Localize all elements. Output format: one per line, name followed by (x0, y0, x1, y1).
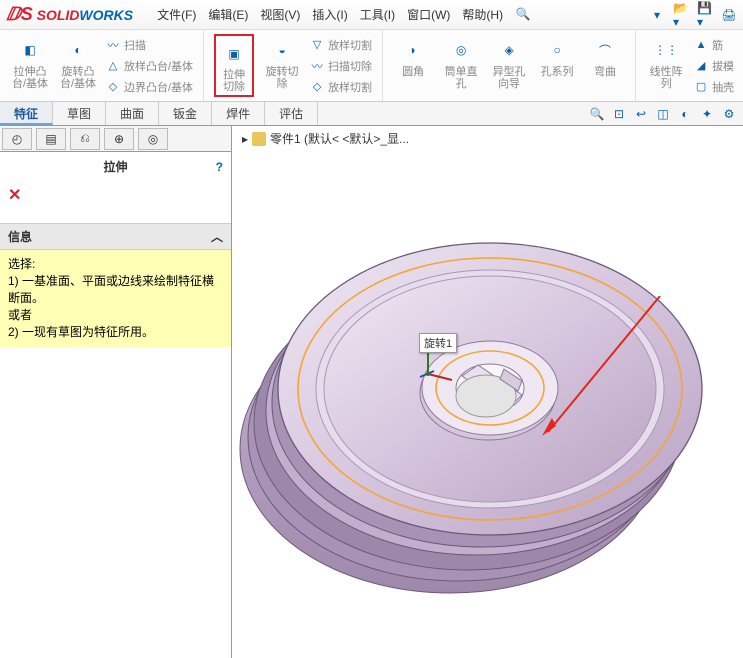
cut-extrude-button[interactable]: ▣拉伸切除 (214, 34, 254, 97)
search-icon[interactable]: 🔍 (515, 6, 531, 22)
close-button[interactable]: ✕ (8, 185, 223, 205)
extrude-boss-button[interactable]: ◧拉伸凸台/基体 (10, 34, 50, 97)
main-menu: 文件(F) 编辑(E) 视图(V) 插入(I) 工具(I) 窗口(W) 帮助(H… (157, 6, 531, 23)
tab-evaluate[interactable]: 评估 (265, 102, 318, 125)
section-icon[interactable]: ◫ (655, 106, 671, 122)
tab-sheetmetal[interactable]: 钣金 (159, 102, 212, 125)
chevron-up-icon: ︿ (211, 228, 223, 245)
hole-button[interactable]: ○孔系列 (537, 34, 577, 97)
menu-view[interactable]: 视图(V) (260, 6, 300, 23)
display-tab-icon[interactable]: ◎ (138, 128, 168, 150)
scene-icon[interactable]: ✦ (699, 106, 715, 122)
graphics-area[interactable]: ▸ 零件1 (默认< <默认>_显... (232, 126, 743, 658)
app-logo: ⅅS SOLIDWORKS (6, 4, 133, 25)
feature-tooltip: 旋转1 (419, 333, 457, 353)
new-icon[interactable]: ▾ (649, 7, 665, 23)
cut-boundary-button[interactable]: ◇放样切割 (310, 79, 372, 95)
display-icon[interactable]: ◐ (677, 106, 693, 122)
shell-button[interactable]: ▢抽壳 (694, 79, 734, 95)
menu-file[interactable]: 文件(F) (157, 6, 196, 23)
tree-tab-icon[interactable]: ◴ (2, 128, 32, 150)
zoom-area-icon[interactable]: ⊡ (611, 106, 627, 122)
menu-window[interactable]: 窗口(W) (407, 6, 450, 23)
help-icon[interactable]: ? (216, 160, 223, 174)
tab-feature[interactable]: 特征 (0, 102, 53, 125)
boundary-button[interactable]: ◇边界凸台/基体 (106, 79, 193, 95)
holewiz-button[interactable]: ◎筒单直孔 (441, 34, 481, 97)
tab-weldment[interactable]: 焊件 (212, 102, 265, 125)
wrap-button[interactable]: ◈异型孔向导 (489, 34, 529, 97)
feature-tabs: 特征 草图 曲面 钣金 焊件 评估 🔍 ⊡ ↩ ◫ ◐ ✦ ⚙ (0, 102, 743, 126)
info-box: 选择: 1) 一基准面、平面或边线来绘制特征横断面。 或者 2) 一现有草图为特… (0, 250, 231, 347)
menu-help[interactable]: 帮助(H) (462, 6, 503, 23)
rib-button[interactable]: ▲筋 (694, 37, 734, 53)
ribbon: ◧拉伸凸台/基体 ◐旋转凸台/基体 〰扫描 △放样凸台/基体 ◇边界凸台/基体 … (0, 30, 743, 102)
panel-title: 拉伸 ? (0, 152, 231, 181)
menu-edit[interactable]: 编辑(E) (208, 6, 248, 23)
prev-view-icon[interactable]: ↩ (633, 106, 649, 122)
config-tab-icon[interactable]: ⎌ (70, 128, 100, 150)
cut-revolve-button[interactable]: ◒旋转切除 (262, 34, 302, 97)
zoom-fit-icon[interactable]: 🔍 (589, 106, 605, 122)
print-icon[interactable]: 🖨 (721, 7, 737, 23)
tab-surface[interactable]: 曲面 (106, 102, 159, 125)
property-tab-icon[interactable]: ▤ (36, 128, 66, 150)
menu-insert[interactable]: 插入(I) (312, 6, 347, 23)
fillet-button[interactable]: ◗圆角 (393, 34, 433, 97)
draft-button[interactable]: ◢拔模 (694, 58, 734, 74)
pattern-button[interactable]: ⋮⋮线性阵列 (646, 34, 686, 97)
cut-loft-button[interactable]: ▽放样切割 (310, 37, 372, 53)
revolve-boss-button[interactable]: ◐旋转凸台/基体 (58, 34, 98, 97)
title-bar: ⅅS SOLIDWORKS 文件(F) 编辑(E) 视图(V) 插入(I) 工具… (0, 0, 743, 30)
flex-button[interactable]: ⌒弯曲 (585, 34, 625, 97)
cut-sweep-button[interactable]: 〰扫描切除 (310, 58, 372, 74)
save-icon[interactable]: 💾▾ (697, 7, 713, 23)
model-view (232, 126, 742, 646)
open-icon[interactable]: 📂▾ (673, 7, 689, 23)
dimxpert-tab-icon[interactable]: ⊕ (104, 128, 134, 150)
tab-sketch[interactable]: 草图 (53, 102, 106, 125)
sweep-button[interactable]: 〰扫描 (106, 37, 193, 53)
settings-icon[interactable]: ⚙ (721, 106, 737, 122)
menu-tools[interactable]: 工具(I) (360, 6, 395, 23)
property-panel: ◴ ▤ ⎌ ⊕ ◎ 拉伸 ? ✕ 信息︿ 选择: 1) 一基准面、平面或边线来绘… (0, 126, 232, 658)
loft-button[interactable]: △放样凸台/基体 (106, 58, 193, 74)
info-header[interactable]: 信息︿ (0, 223, 231, 250)
